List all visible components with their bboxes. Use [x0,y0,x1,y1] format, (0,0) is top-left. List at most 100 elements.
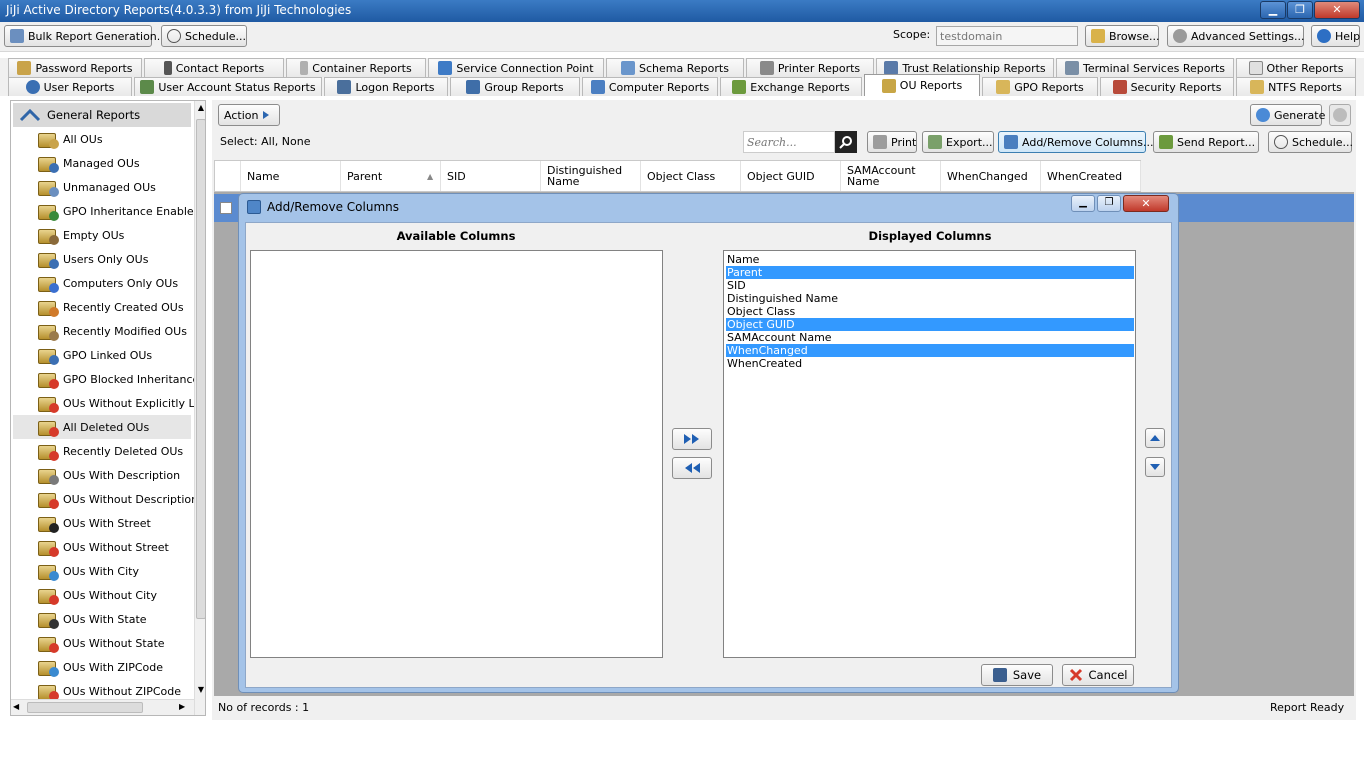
print-button[interactable]: Print [867,131,917,153]
tree-item[interactable]: GPO Linked OUs [37,343,197,367]
tab-service-connection-point[interactable]: Service Connection Point [428,58,604,77]
tab-user-account-status-reports[interactable]: User Account Status Reports [134,77,322,96]
tree-item[interactable]: Empty OUs [37,223,197,247]
tree-item[interactable]: GPO Inheritance Enabled [37,199,197,223]
tree-horizontal-scrollbar[interactable]: ◀ ▶ [11,699,194,715]
select-all-none-text[interactable]: Select: All, None [220,135,310,148]
tab-computer-reports[interactable]: Computer Reports [582,77,718,96]
tree-item[interactable]: OUs With State [37,607,197,631]
column-header-name[interactable]: Name [241,161,341,191]
help-button[interactable]: Help [1311,25,1360,47]
action-button[interactable]: Action [218,104,280,126]
tree-item[interactable]: OUs Without State [37,631,197,655]
list-item[interactable]: WhenCreated [726,357,1134,370]
search-input[interactable] [743,131,835,153]
tab-user-reports[interactable]: User Reports [8,77,132,96]
column-header-parent[interactable]: Parent ▲ [341,161,441,191]
search-button[interactable] [835,131,857,153]
tree-item[interactable]: OUs Without Explicitly Linl [37,391,197,415]
stop-button[interactable] [1329,104,1351,126]
tab-terminal-services-reports[interactable]: Terminal Services Reports [1056,58,1234,77]
list-item[interactable]: WhenChanged [726,344,1134,357]
browse-button[interactable]: Browse... [1085,25,1160,47]
advanced-settings-button[interactable]: Advanced Settings... [1167,25,1304,47]
tab-password-reports[interactable]: Password Reports [8,58,142,77]
list-item[interactable]: SAMAccount Name [726,331,1134,344]
tree-item[interactable]: OUs With Street [37,511,197,535]
save-button[interactable]: Save [981,664,1053,686]
tree-item[interactable]: Recently Modified OUs [37,319,197,343]
scope-input[interactable] [936,26,1078,46]
table-row[interactable] [214,194,238,222]
tab-contact-reports[interactable]: Contact Reports [144,58,284,77]
column-header-sid[interactable]: SID [441,161,541,191]
scroll-right-icon[interactable]: ▶ [179,702,185,711]
add-all-columns-button[interactable] [672,428,712,450]
list-item[interactable]: SID [726,279,1134,292]
cancel-button[interactable]: Cancel [1062,664,1134,686]
tree-item[interactable]: Recently Deleted OUs [37,439,197,463]
scroll-down-icon[interactable]: ▼ [196,685,205,697]
tree-item[interactable]: OUs With City [37,559,197,583]
scroll-left-icon[interactable]: ◀ [13,702,19,711]
tree-header-general-reports[interactable]: General Reports [13,103,191,127]
tree-item[interactable]: OUs Without Description [37,487,197,511]
tree-item[interactable]: OUs Without Street [37,535,197,559]
column-header-whencreated[interactable]: WhenCreated [1041,161,1141,191]
move-down-button[interactable] [1145,457,1165,477]
list-item[interactable]: Object Class [726,305,1134,318]
schedule-report-button[interactable]: Schedule... [1268,131,1353,153]
list-item[interactable]: Parent [726,266,1134,279]
send-report-button[interactable]: Send Report... [1153,131,1259,153]
dialog-close-button[interactable]: ✕ [1123,195,1169,212]
generate-button[interactable]: Generate [1250,104,1325,126]
tree-item[interactable]: Unmanaged OUs [37,175,197,199]
minimize-button[interactable]: ▁ [1260,1,1286,19]
tree-item[interactable]: All Deleted OUs [13,415,191,439]
tree-item[interactable]: GPO Blocked Inheritance [37,367,197,391]
tab-logon-reports[interactable]: Logon Reports [324,77,448,96]
tree-vertical-scrollbar[interactable]: ▲ ▼ [194,101,205,715]
scroll-up-icon[interactable]: ▲ [196,103,205,115]
remove-all-columns-button[interactable] [672,457,712,479]
displayed-columns-list[interactable]: Name Parent SID Distinguished Name Object Cl… [723,250,1136,658]
dialog-minimize-button[interactable]: ▁ [1071,195,1095,212]
tree-item[interactable]: Computers Only OUs [37,271,197,295]
tree-item[interactable]: OUs Without City [37,583,197,607]
bulk-report-button[interactable]: Bulk Report Generation... [4,25,167,47]
export-button[interactable]: Export... [922,131,994,153]
tree-hscroll-thumb[interactable] [27,702,143,713]
dialog-maximize-button[interactable]: ❐ [1097,195,1121,212]
maximize-button[interactable]: ❐ [1287,1,1313,19]
tree-item[interactable]: Users Only OUs [37,247,197,271]
tab-printer-reports[interactable]: Printer Reports [746,58,874,77]
tab-schema-reports[interactable]: Schema Reports [606,58,744,77]
tree-item[interactable]: Managed OUs [37,151,197,175]
column-header-whenchanged[interactable]: WhenChanged [941,161,1041,191]
tree-scroll-thumb[interactable] [196,119,205,619]
move-up-button[interactable] [1145,428,1165,448]
column-header-samaccount-name[interactable]: SAMAccount Name [841,161,941,191]
column-header-object-guid[interactable]: Object GUID [741,161,841,191]
tab-exchange-reports[interactable]: Exchange Reports [720,77,862,96]
row-checkbox[interactable] [220,202,232,214]
tree-item[interactable]: OUs With ZIPCode [37,655,197,679]
tab-group-reports[interactable]: Group Reports [450,77,580,96]
close-window-button[interactable]: ✕ [1314,1,1360,19]
available-columns-list[interactable] [250,250,663,658]
tree-item[interactable]: All OUs [37,127,197,151]
column-header-distinguished-name[interactable]: Distinguished Name [541,161,641,191]
tree-item[interactable]: Recently Created OUs [37,295,197,319]
list-item[interactable]: Object GUID [726,318,1134,331]
list-item[interactable]: Distinguished Name [726,292,1134,305]
tab-gpo-reports[interactable]: GPO Reports [982,77,1098,96]
schedule-toolbar-button[interactable]: Schedule... [161,25,247,47]
tab-other-reports[interactable]: Other Reports [1236,58,1356,77]
tab-ntfs-reports[interactable]: NTFS Reports [1236,77,1356,96]
tab-container-reports[interactable]: Container Reports [286,58,426,77]
list-item[interactable]: Name [726,253,1134,266]
column-header-object-class[interactable]: Object Class [641,161,741,191]
tab-security-reports[interactable]: Security Reports [1100,77,1234,96]
add-remove-columns-button[interactable]: Add/Remove Columns... [998,131,1153,153]
tab-ou-reports[interactable]: OU Reports [864,74,980,96]
